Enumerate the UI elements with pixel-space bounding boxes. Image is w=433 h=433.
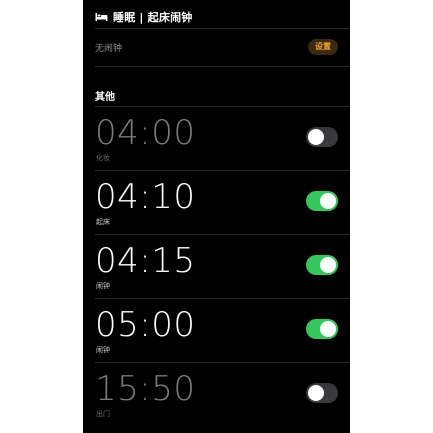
sleep-header: 睡眠 | 起床闹钟 — [95, 8, 192, 26]
alarm-label: 起床 — [96, 218, 110, 226]
alarm-label: 闹钟 — [96, 282, 110, 290]
alarm-label: 出门 — [96, 410, 110, 418]
section-title-other: 其他 — [95, 92, 115, 103]
alarm-time: 04:00 — [95, 113, 196, 153]
toggle-knob — [308, 129, 324, 145]
sleep-alarm-row[interactable]: 无闹钟 设置 — [95, 36, 338, 58]
alarm-time: 04:15 — [95, 241, 196, 281]
alarm-label: 闹钟 — [96, 346, 110, 354]
alarm-toggle[interactable] — [306, 191, 338, 211]
alarm-row[interactable]: 04:00 化妆 — [83, 107, 350, 171]
alarm-toggle[interactable] — [306, 319, 338, 339]
alarm-row[interactable]: 05:00 闹钟 — [83, 299, 350, 363]
alarm-time: 15:50 — [95, 369, 196, 409]
alarm-screen: 睡眠 | 起床闹钟 无闹钟 设置 其他 04:00 化妆 04:10 起床 04… — [83, 0, 350, 433]
alarm-toggle[interactable] — [306, 383, 338, 403]
alarm-row[interactable]: 04:15 闹钟 — [83, 235, 350, 299]
toggle-knob — [320, 321, 336, 337]
toggle-knob — [308, 385, 324, 401]
toggle-knob — [320, 193, 336, 209]
alarm-label: 化妆 — [96, 154, 110, 162]
alarm-time: 05:00 — [95, 305, 196, 345]
toggle-knob — [320, 257, 336, 273]
bed-icon — [95, 12, 108, 22]
alarm-time: 04:10 — [95, 177, 196, 217]
header-title: 睡眠 | 起床闹钟 — [113, 11, 193, 24]
divider — [95, 66, 350, 67]
alarm-toggle[interactable] — [306, 255, 338, 275]
set-button[interactable]: 设置 — [308, 39, 338, 55]
no-alarm-text: 无闹钟 — [95, 43, 123, 54]
alarm-row[interactable]: 15:50 出门 — [83, 363, 350, 427]
divider — [95, 28, 350, 29]
alarm-row[interactable]: 04:10 起床 — [83, 171, 350, 235]
alarm-toggle[interactable] — [306, 127, 338, 147]
